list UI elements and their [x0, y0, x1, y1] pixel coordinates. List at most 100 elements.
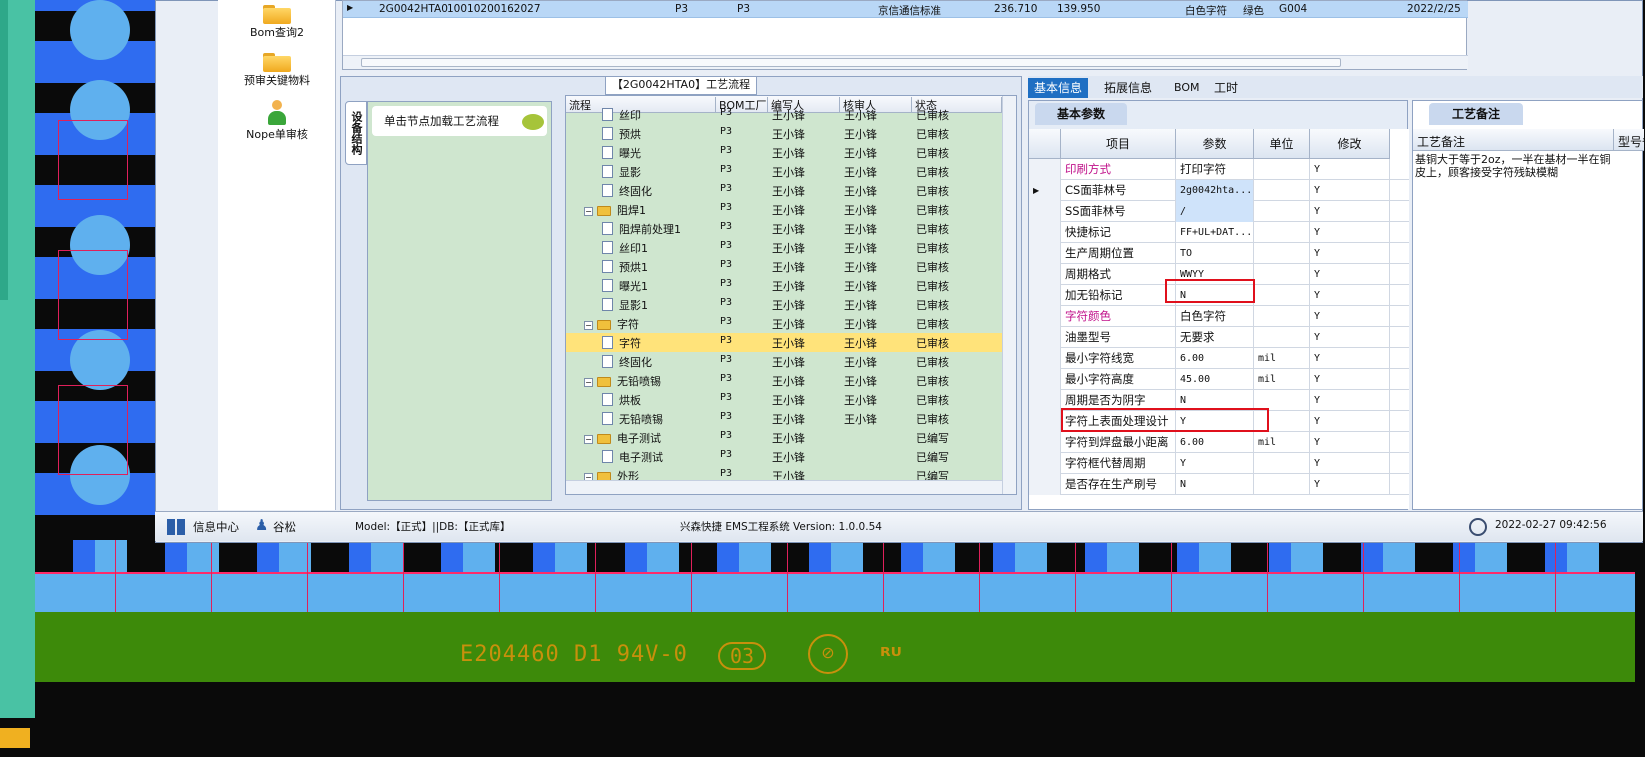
table-row[interactable]: ▶ 2G0042HTA0 10010200162027 P3 P3 京信通信标准… — [343, 1, 1468, 18]
param-row[interactable]: 油墨型号 无要求 Y — [1029, 327, 1409, 348]
param-modify[interactable]: Y — [1310, 243, 1390, 264]
param-modify[interactable]: Y — [1310, 348, 1390, 369]
param-modify[interactable]: Y — [1310, 180, 1390, 201]
param-value[interactable]: 打印字符 — [1176, 159, 1254, 180]
tree-node[interactable]: 烘板 — [602, 392, 641, 408]
col-item[interactable]: 项目 — [1061, 129, 1176, 159]
param-value[interactable]: 45.00 — [1176, 369, 1254, 390]
collapse-icon[interactable]: − — [584, 378, 593, 387]
tab-extended-info[interactable]: 拓展信息 — [1098, 78, 1158, 98]
param-modify[interactable]: Y — [1310, 411, 1390, 432]
collapse-icon[interactable]: − — [584, 207, 593, 216]
param-row[interactable]: 最小字符线宽 6.00 mil Y — [1029, 348, 1409, 369]
tree-node[interactable]: 显影 — [602, 164, 641, 180]
tree-node[interactable]: 阻焊前处理1 — [602, 221, 681, 237]
tree-row[interactable]: 终固化 P3 王小锋 王小锋 已审核 — [566, 181, 1002, 200]
col-model-notes[interactable]: 型号备 — [1613, 129, 1645, 151]
notes-text[interactable]: 基铜大于等于2oz，一半在基材一半在铜皮上，顾客接受字符残缺模糊 — [1415, 153, 1615, 179]
tree-node[interactable]: 显影1 — [602, 297, 648, 313]
row-header[interactable] — [1029, 222, 1061, 243]
param-value[interactable]: 白色字符 — [1176, 306, 1254, 327]
collapse-icon[interactable]: − — [584, 435, 593, 444]
tree-row[interactable]: 预烘1 P3 王小锋 王小锋 已审核 — [566, 257, 1002, 276]
tree-vertical-scrollbar[interactable] — [1002, 96, 1016, 494]
info-center-link[interactable]: 信息中心 — [193, 519, 239, 535]
tree-node[interactable]: − 电子测试 — [584, 430, 661, 446]
tree-row[interactable]: 字符 P3 王小锋 王小锋 已审核 — [566, 333, 1002, 352]
tree-row[interactable]: 曝光1 P3 王小锋 王小锋 已审核 — [566, 276, 1002, 295]
tree-row[interactable]: 显影1 P3 王小锋 王小锋 已审核 — [566, 295, 1002, 314]
col-modify[interactable]: 修改 — [1310, 129, 1390, 159]
tree-row[interactable]: − 无铅喷锡 P3 王小锋 王小锋 已审核 — [566, 371, 1002, 390]
param-value[interactable]: Y — [1176, 453, 1254, 474]
tree-node[interactable]: 预烘1 — [602, 259, 648, 275]
tree-node[interactable]: 字符 — [602, 335, 641, 351]
param-row[interactable]: SS面菲林号 / Y — [1029, 201, 1409, 222]
row-header[interactable] — [1029, 348, 1061, 369]
param-value[interactable]: 无要求 — [1176, 327, 1254, 348]
scroll-thumb[interactable] — [361, 58, 1341, 67]
nav-bom-query2[interactable]: Bom查询2 — [218, 2, 336, 40]
tree-node[interactable]: 曝光 — [602, 145, 641, 161]
param-row[interactable]: ▶ CS面菲林号 2g0042hta... Y — [1029, 180, 1409, 201]
row-header[interactable] — [1029, 411, 1061, 432]
param-modify[interactable]: Y — [1310, 201, 1390, 222]
param-modify[interactable]: Y — [1310, 159, 1390, 180]
row-header[interactable] — [1029, 453, 1061, 474]
tree-node[interactable]: − 无铅喷锡 — [584, 373, 661, 389]
tree-row[interactable]: 显影 P3 王小锋 王小锋 已审核 — [566, 162, 1002, 181]
param-value[interactable]: 6.00 — [1176, 432, 1254, 453]
col-unit[interactable]: 单位 — [1254, 129, 1310, 159]
param-modify[interactable]: Y — [1310, 432, 1390, 453]
row-header[interactable] — [1029, 390, 1061, 411]
param-value[interactable]: 6.00 — [1176, 348, 1254, 369]
param-modify[interactable]: Y — [1310, 264, 1390, 285]
tree-row[interactable]: − 电子测试 P3 王小锋 已编写 — [566, 428, 1002, 447]
row-header[interactable] — [1029, 159, 1061, 180]
row-header[interactable] — [1029, 243, 1061, 264]
tree-node[interactable]: 曝光1 — [602, 278, 648, 294]
param-row[interactable]: 生产周期位置 TO Y — [1029, 243, 1409, 264]
param-row[interactable]: 是否存在生产刷号 N Y — [1029, 474, 1409, 495]
row-header[interactable]: ▶ — [1029, 180, 1061, 201]
param-modify[interactable]: Y — [1310, 390, 1390, 411]
tree-node[interactable]: 无铅喷锡 — [602, 411, 663, 427]
tree-row[interactable]: 终固化 P3 王小锋 王小锋 已审核 — [566, 352, 1002, 371]
param-row[interactable]: 最小字符高度 45.00 mil Y — [1029, 369, 1409, 390]
param-row[interactable]: 字符到焊盘最小距离 6.00 mil Y — [1029, 432, 1409, 453]
tree-node[interactable]: 丝印1 — [602, 240, 648, 256]
tree-row[interactable]: 无铅喷锡 P3 王小锋 王小锋 已审核 — [566, 409, 1002, 428]
tree-row[interactable]: 预烘 P3 王小锋 王小锋 已审核 — [566, 124, 1002, 143]
row-header[interactable] — [1029, 306, 1061, 327]
tree-node[interactable]: − 阻焊1 — [584, 202, 646, 218]
tree-node[interactable]: 电子测试 — [602, 449, 663, 465]
tree-row[interactable]: 烘板 P3 王小锋 王小锋 已审核 — [566, 390, 1002, 409]
param-value[interactable]: / — [1176, 201, 1254, 222]
param-value[interactable]: 2g0042hta... — [1176, 180, 1254, 201]
param-modify[interactable]: Y — [1310, 453, 1390, 474]
param-modify[interactable]: Y — [1310, 222, 1390, 243]
tree-node[interactable]: 丝印 — [602, 107, 641, 123]
grid-icon[interactable] — [167, 519, 185, 535]
tree-row[interactable]: − 阻焊1 P3 王小锋 王小锋 已审核 — [566, 200, 1002, 219]
param-modify[interactable]: Y — [1310, 474, 1390, 495]
row-header[interactable] — [1029, 474, 1061, 495]
top-table-scrollbar[interactable] — [343, 55, 1468, 69]
param-value[interactable]: TO — [1176, 243, 1254, 264]
tree-row[interactable]: 丝印1 P3 王小锋 王小锋 已审核 — [566, 238, 1002, 257]
node-hint-bar[interactable]: 单击节点加载工艺流程 — [372, 106, 547, 136]
tab-bom[interactable]: BOM — [1168, 78, 1206, 98]
col-param[interactable]: 参数 — [1176, 129, 1254, 159]
nav-nope-review[interactable]: Nope单审核 — [218, 100, 336, 142]
tree-row[interactable]: 曝光 P3 王小锋 王小锋 已审核 — [566, 143, 1002, 162]
row-header[interactable] — [1029, 285, 1061, 306]
row-header[interactable] — [1029, 369, 1061, 390]
tree-node[interactable]: 预烘 — [602, 126, 641, 142]
row-header[interactable] — [1029, 432, 1061, 453]
param-modify[interactable]: Y — [1310, 327, 1390, 348]
tree-node[interactable]: 终固化 — [602, 354, 652, 370]
param-row[interactable]: 字符颜色 白色字符 Y — [1029, 306, 1409, 327]
tree-row[interactable]: − 字符 P3 王小锋 王小锋 已审核 — [566, 314, 1002, 333]
tree-row[interactable]: 丝印 P3 王小锋 王小锋 已审核 — [566, 105, 1002, 124]
param-row[interactable]: 字符框代替周期 Y Y — [1029, 453, 1409, 474]
